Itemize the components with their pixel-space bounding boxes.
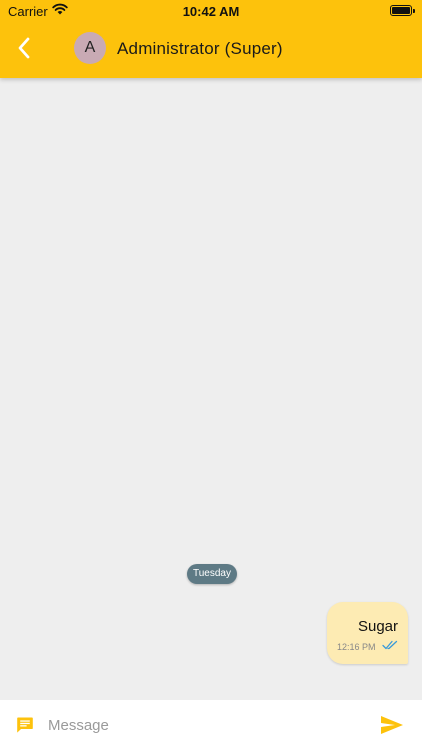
message-list[interactable]: Tuesday Sugar 12:16 PM (0, 78, 422, 700)
message-icon[interactable] (16, 716, 34, 734)
status-time: 10:42 AM (182, 4, 240, 19)
back-button[interactable] (10, 34, 38, 62)
app-bar: A Administrator (Super) (0, 22, 422, 78)
avatar[interactable]: A (74, 32, 106, 64)
battery-icon (390, 5, 415, 16)
send-icon (381, 716, 403, 734)
day-separator: Tuesday (187, 564, 237, 584)
message-time: 12:16 PM (337, 642, 376, 652)
message-composer (0, 700, 422, 750)
chat-title[interactable]: Administrator (Super) (117, 39, 283, 59)
header: Carrier 10:42 AM A Administrator (Super) (0, 0, 422, 78)
chevron-left-icon (18, 37, 30, 59)
outgoing-message[interactable]: Sugar 12:16 PM (327, 602, 408, 664)
send-button[interactable] (380, 714, 404, 736)
avatar-initial: A (84, 39, 96, 56)
message-input[interactable] (48, 713, 358, 737)
status-bar: Carrier 10:42 AM (0, 0, 422, 22)
double-check-icon (382, 640, 398, 650)
chat-screen: Carrier 10:42 AM A Administrator (Super)… (0, 0, 422, 750)
message-text: Sugar (357, 618, 398, 635)
